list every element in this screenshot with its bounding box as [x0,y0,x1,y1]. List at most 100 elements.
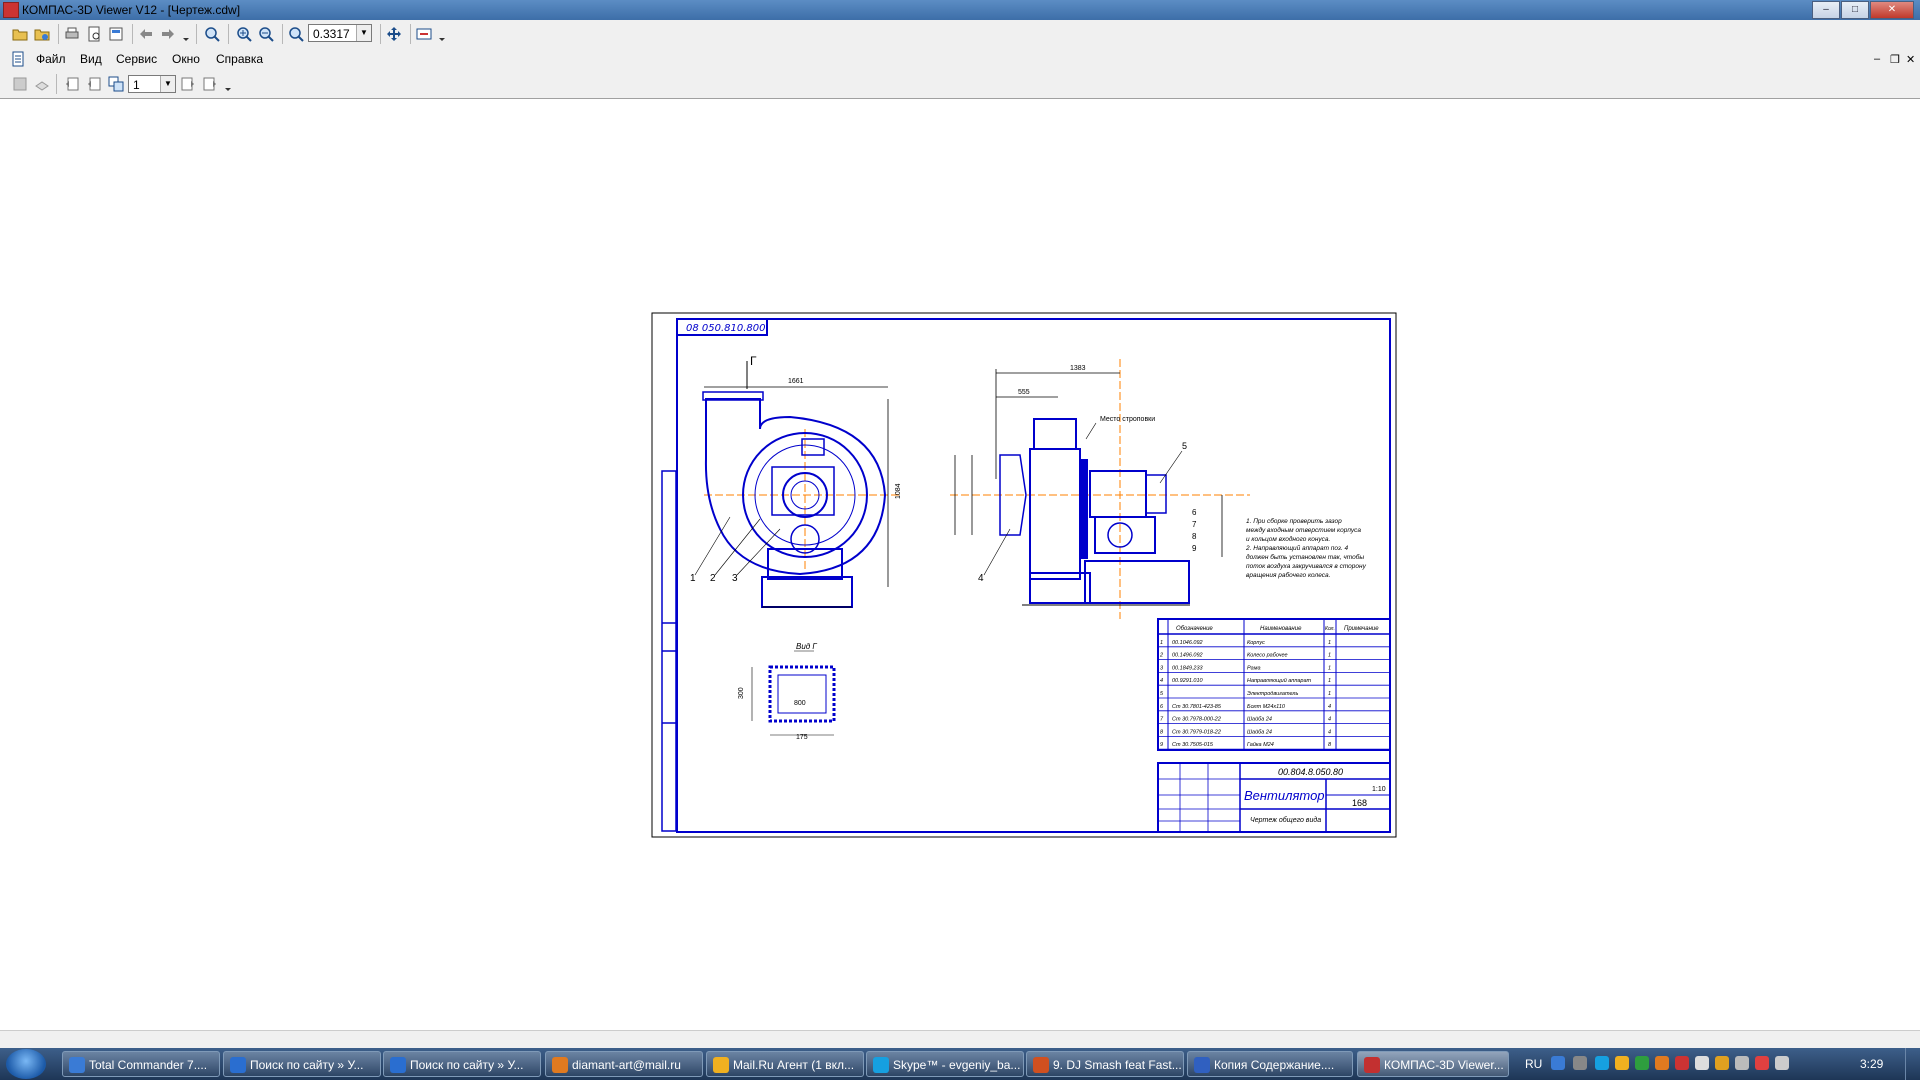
dim-inlet: 555 [1018,389,1030,396]
spec-row-qty: 1 [1328,653,1331,659]
show-desktop-button[interactable] [1905,1048,1920,1080]
drawing-subtitle: Чертеж общего вида [1250,816,1321,824]
sheets-icon[interactable] [108,76,124,92]
menu-bar: Файл Вид Сервис Окно Справка – ❐ ✕ [0,48,1920,70]
spec-row-code: Ст 30.7979-018-22 [1172,729,1221,735]
mailru-tray-icon[interactable] [1615,1056,1629,1070]
network-icon[interactable] [1695,1056,1709,1070]
open-folder-icon[interactable] [12,26,28,42]
layers-manager-icon[interactable] [34,76,50,92]
language-indicator[interactable]: RU [1525,1057,1542,1071]
app-icon [1033,1057,1049,1073]
pan-icon[interactable] [386,26,402,42]
back-arrow-icon[interactable] [138,26,154,42]
drawing-canvas[interactable]: 08 050.810.800 Г 1661 1084 1 2 3 1383 55… [0,99,1920,1030]
stamp-code: 08 050.810.800 [686,323,766,334]
svg-text:должен быть установлен так, чт: должен быть установлен так, чтобы [1246,553,1364,561]
zoom-in-icon[interactable] [236,26,252,42]
position-6: 6 [1192,508,1197,517]
dim-flange-width: 800 [794,700,806,707]
layer-icon[interactable] [12,76,28,92]
antivirus-icon[interactable] [1715,1056,1729,1070]
zoom-scale-icon[interactable] [288,26,304,42]
refresh-view-icon[interactable] [416,26,432,42]
chevron-down-icon[interactable]: ▼ [356,25,371,41]
spec-row-qty: 4 [1328,717,1331,723]
toolbar-overflow-icon[interactable] [182,30,190,42]
kompas-app-icon [3,2,19,18]
taskbar-item[interactable]: Skype™ - evgeniy_ba... [866,1051,1024,1077]
skype-tray-icon[interactable] [1595,1056,1609,1070]
spec-row-name: Колесо рабочее [1247,653,1288,659]
taskbar-item-label: Skype™ - evgeniy_ba... [893,1058,1021,1072]
taskbar-item[interactable]: 9. DJ Smash feat Fast... [1026,1051,1184,1077]
next-sheet-icon[interactable] [180,76,196,92]
spec-row-number: 4 [1160,678,1163,684]
mdi-minimize-button[interactable]: – [1874,53,1880,65]
print-icon[interactable] [64,26,80,42]
drawing-name: Вентилятор [1244,788,1325,803]
menu-window[interactable]: Окно [172,52,200,66]
maximize-button[interactable]: □ [1841,1,1869,19]
zoom-window-icon[interactable] [204,26,220,42]
taskbar-item[interactable]: Mail.Ru Агент (1 вкл... [706,1051,864,1077]
svg-text:Кол.: Кол. [1325,626,1335,632]
zoom-out-icon[interactable] [258,26,274,42]
taskbar-item[interactable]: diamant-art@mail.ru [545,1051,703,1077]
status-bar [0,1030,1920,1049]
position-4: 4 [978,573,984,584]
lifting-point-label: Место строповки [1100,416,1155,423]
tray-arrow-icon[interactable] [1573,1056,1587,1070]
zoom-scale-value: 0.3317 [313,27,350,41]
page-setup-icon[interactable] [108,26,124,42]
previous-sheet-icon[interactable] [86,76,102,92]
taskbar-item[interactable]: Копия Содержание.... [1187,1051,1353,1077]
position-8: 8 [1192,532,1197,541]
toolbar-overflow-icon[interactable] [224,80,232,92]
sheet-number-input[interactable]: 1 ▼ [128,75,176,93]
drawing-mass: 168 [1352,798,1367,808]
svg-text:вращения рабочего колеса.: вращения рабочего колеса. [1246,571,1331,579]
chevron-down-icon[interactable]: ▼ [160,76,175,92]
last-sheet-icon[interactable] [202,76,218,92]
zoom-scale-input[interactable]: 0.3317 ▼ [308,24,372,42]
spec-row-code: 00.1496.092 [1172,653,1203,659]
recent-files-icon[interactable] [34,26,50,42]
minimize-button[interactable]: – [1812,1,1840,19]
help-icon[interactable] [1551,1056,1565,1070]
svg-text:Наименование: Наименование [1260,626,1302,632]
spec-row-code: Ст 30.7505-015 [1172,742,1214,748]
close-button[interactable]: ✕ [1870,1,1914,19]
print-preview-icon[interactable] [86,26,102,42]
svg-text:поток воздуха закручивался в с: поток воздуха закручивался в сторону [1246,562,1367,570]
taskbar-item[interactable]: Total Commander 7.... [62,1051,220,1077]
flag-icon[interactable] [1675,1056,1689,1070]
position-9: 9 [1192,544,1197,553]
taskbar-item[interactable]: КОМПАС-3D Viewer... [1357,1051,1509,1077]
spec-row-qty: 1 [1328,678,1331,684]
toolbar-overflow-icon[interactable] [438,30,446,42]
system-clock[interactable]: 3:29 [1860,1057,1883,1071]
spec-row-name: Гайка М24 [1247,741,1274,748]
alert-icon[interactable] [1755,1056,1769,1070]
document-icon[interactable] [10,51,26,67]
dim-width: 1661 [788,378,804,385]
forward-arrow-icon[interactable] [160,26,176,42]
orange-tray-icon[interactable] [1655,1056,1669,1070]
menu-help[interactable]: Справка [216,52,263,66]
volume-icon[interactable] [1775,1056,1789,1070]
spec-row-name: Шайба 24 [1247,728,1272,735]
first-sheet-icon[interactable] [64,76,80,92]
green-tray-icon[interactable] [1635,1056,1649,1070]
menu-view[interactable]: Вид [80,52,102,66]
taskbar-item-label: Total Commander 7.... [89,1058,208,1072]
display-icon[interactable] [1735,1056,1749,1070]
menu-file[interactable]: Файл [36,52,66,66]
taskbar-item[interactable]: Поиск по сайту » У... [223,1051,381,1077]
menu-service[interactable]: Сервис [116,52,157,66]
taskbar-item[interactable]: Поиск по сайту » У... [383,1051,541,1077]
mdi-close-button[interactable]: ✕ [1906,53,1915,66]
mdi-restore-button[interactable]: ❐ [1890,53,1900,66]
start-button[interactable] [6,1049,46,1079]
svg-text:1. При сборке проверить зазор: 1. При сборке проверить зазор [1246,517,1342,525]
